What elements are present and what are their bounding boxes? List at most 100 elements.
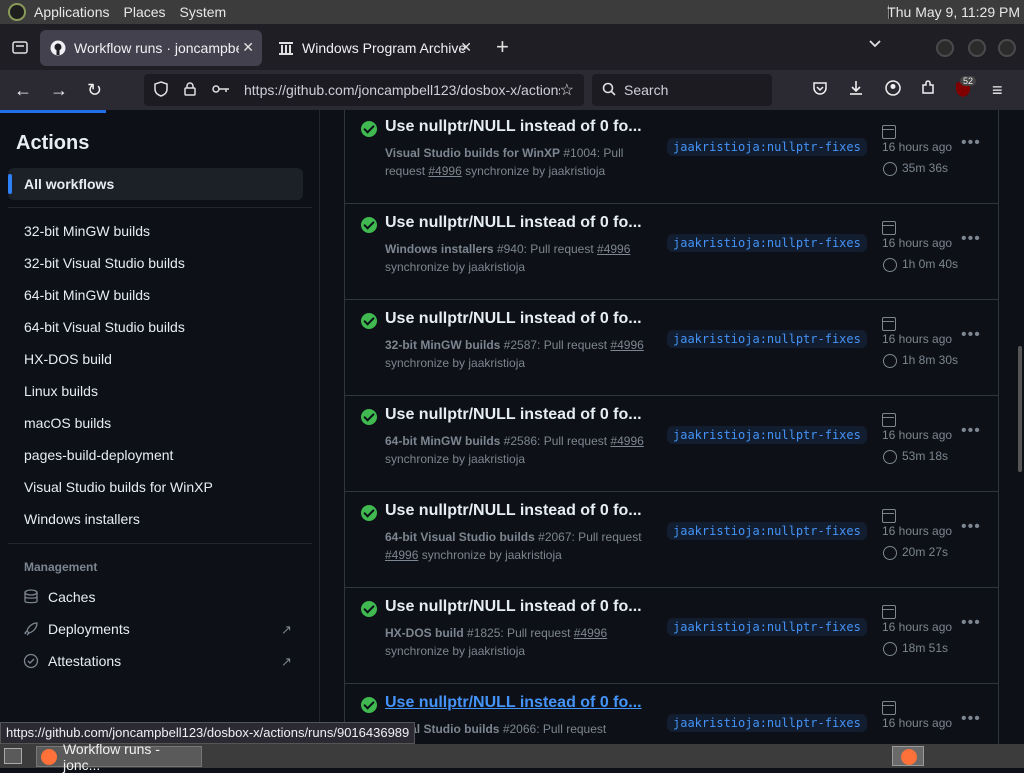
key-icon[interactable] (212, 82, 230, 98)
downloads-icon[interactable] (848, 80, 864, 101)
kebab-menu-icon[interactable]: ••• (961, 134, 981, 152)
run-event: : Pull request (536, 722, 607, 736)
workflow-run-row[interactable]: Use nullptr/NULL instead of 0 fo... 32-b… (345, 300, 998, 396)
gnome-top-panel: Applications Places System Thu May 9, 11… (0, 0, 1024, 24)
run-title-link[interactable]: Use nullptr/NULL instead of 0 fo... (385, 598, 642, 616)
run-meta: 64-bit MinGW builds #2586: Pull request … (385, 432, 655, 468)
workspace-switcher[interactable] (892, 746, 924, 766)
run-number: #2066 (502, 722, 537, 736)
branch-label[interactable]: jaakristioja:nullptr-fixes (667, 426, 867, 444)
workflow-run-row[interactable]: Use nullptr/NULL instead of 0 fo... 64-b… (345, 492, 998, 588)
minimize-window-icon[interactable] (936, 39, 954, 57)
kebab-menu-icon[interactable]: ••• (961, 614, 981, 632)
run-title-link[interactable]: Use nullptr/NULL instead of 0 fo... (385, 310, 642, 328)
sidebar-item-caches[interactable]: Caches (22, 588, 95, 606)
workflow-run-row[interactable]: Use nullptr/NULL instead of 0 fo... HX-D… (345, 588, 998, 684)
pr-link[interactable]: #4996 (574, 626, 607, 640)
pr-link[interactable]: #4996 (610, 434, 643, 448)
branch-label[interactable]: jaakristioja:nullptr-fixes (667, 618, 867, 636)
run-title-link[interactable]: Use nullptr/NULL instead of 0 fo... (385, 214, 642, 232)
sidebar-item-workflow[interactable]: HX-DOS build (24, 348, 213, 380)
new-tab-icon[interactable]: + (496, 34, 509, 60)
firefox-view-icon[interactable] (0, 24, 40, 70)
sidebar-item-workflow[interactable]: Linux builds (24, 380, 213, 412)
github-favicon-icon (50, 40, 66, 56)
run-title-link[interactable]: Use nullptr/NULL instead of 0 fo... (385, 502, 642, 520)
workflow-run-row[interactable]: Use nullptr/NULL instead of 0 fo... Wind… (345, 204, 998, 300)
pr-link[interactable]: #4996 (610, 338, 643, 352)
list-all-tabs-icon[interactable] (868, 36, 882, 52)
run-time-ago: 16 hours ago (882, 716, 953, 730)
branch-label[interactable]: jaakristioja:nullptr-fixes (667, 330, 867, 348)
sidebar-item-workflow[interactable]: Visual Studio builds for WinXP (24, 476, 213, 508)
kebab-menu-icon[interactable]: ••• (961, 422, 981, 440)
success-check-icon (361, 313, 377, 329)
tab-windows-program-archive[interactable]: Windows Program Archive... ✕ (268, 30, 480, 66)
rocket-icon (22, 620, 40, 638)
kebab-menu-icon[interactable]: ••• (961, 326, 981, 344)
forward-arrow-icon[interactable]: → (50, 80, 68, 101)
page-scrollbar[interactable] (1018, 346, 1022, 472)
lock-icon[interactable] (184, 81, 196, 99)
run-time-ago: 16 hours ago (882, 524, 953, 538)
back-arrow-icon[interactable]: ← (14, 80, 32, 101)
run-title-link[interactable]: Use nullptr/NULL instead of 0 fo... (385, 694, 642, 712)
kebab-menu-icon[interactable]: ••• (961, 710, 981, 728)
shield-icon[interactable] (154, 80, 168, 100)
applications-menu[interactable]: Applications (34, 4, 110, 20)
run-event: : Pull (596, 146, 624, 160)
hamburger-menu-icon[interactable]: ≡ (992, 80, 1003, 101)
branch-label[interactable]: jaakristioja:nullptr-fixes (667, 714, 867, 732)
sidebar-item-deployments[interactable]: Deployments (22, 620, 130, 638)
run-title-link[interactable]: Use nullptr/NULL instead of 0 fo... (385, 406, 642, 424)
pr-link[interactable]: #4996 (597, 242, 630, 256)
url-text[interactable]: https://github.com/joncampbell123/dosbox… (244, 82, 560, 98)
sidebar-item-workflow[interactable]: 64-bit MinGW builds (24, 284, 213, 316)
run-title-link[interactable]: Use nullptr/NULL instead of 0 fo... (385, 118, 642, 136)
success-check-icon (361, 217, 377, 233)
sidebar-item-workflow[interactable]: 64-bit Visual Studio builds (24, 316, 213, 348)
workflow-run-row[interactable]: Use nullptr/NULL instead of 0 fo... Visu… (345, 110, 998, 204)
run-workflow-name: HX-DOS build (385, 626, 464, 640)
run-number: #940 (496, 242, 524, 256)
tab-close-icon[interactable]: ✕ (460, 39, 472, 56)
tab-close-icon[interactable]: ✕ (242, 39, 254, 56)
sidebar-item-attestations[interactable]: Attestations (22, 652, 121, 670)
tab-workflow-runs[interactable]: Workflow runs · joncampbell123/dosbox-x … (40, 30, 262, 66)
taskbar-window-button[interactable]: Workflow runs - jonc... (36, 741, 202, 773)
workflow-run-row[interactable]: Use nullptr/NULL instead of 0 fo... 64-b… (345, 396, 998, 492)
sidebar-item-workflow[interactable]: 32-bit Visual Studio builds (24, 252, 213, 284)
pocket-icon[interactable] (812, 80, 828, 101)
workflow-run-row[interactable]: Use nullptr/NULL instead of 0 fo... Visu… (345, 684, 998, 744)
show-desktop-icon[interactable] (4, 748, 22, 764)
kebab-menu-icon[interactable]: ••• (961, 518, 981, 536)
bookmark-star-icon[interactable]: ☆ (560, 80, 574, 100)
extensions-icon[interactable] (920, 80, 936, 101)
system-menu[interactable]: System (180, 4, 227, 20)
close-window-icon[interactable] (998, 39, 1016, 57)
clock[interactable]: Thu May 9, 11:29 PM (887, 4, 1020, 20)
branch-label[interactable]: jaakristioja:nullptr-fixes (667, 522, 867, 540)
kebab-menu-icon[interactable]: ••• (961, 230, 981, 248)
maximize-window-icon[interactable] (968, 39, 986, 57)
search-input[interactable]: Search (592, 74, 772, 106)
account-icon[interactable] (885, 80, 901, 101)
pr-link[interactable]: #4996 (385, 548, 418, 562)
sidebar-item-all-workflows[interactable]: All workflows (8, 168, 303, 200)
sidebar-item-workflow[interactable]: Windows installers (24, 508, 213, 540)
branch-label[interactable]: jaakristioja:nullptr-fixes (667, 234, 867, 252)
sidebar-item-workflow[interactable]: pages-build-deployment (24, 444, 213, 476)
url-bar[interactable]: https://github.com/joncampbell123/dosbox… (144, 74, 584, 106)
sidebar-item-workflow[interactable]: 32-bit MinGW builds (24, 220, 213, 252)
distro-logo-icon[interactable] (8, 3, 26, 21)
run-number: #1004 (563, 146, 597, 160)
reload-icon[interactable]: ↻ (87, 80, 102, 101)
branch-label[interactable]: jaakristioja:nullptr-fixes (667, 138, 867, 156)
run-meta: Visual Studio builds for WinXP #1004: Pu… (385, 144, 655, 180)
success-check-icon (361, 601, 377, 617)
sidebar-item-label: Deployments (48, 621, 130, 637)
run-event: : Pull request (571, 530, 642, 544)
pr-link[interactable]: #4996 (428, 164, 461, 178)
sidebar-item-workflow[interactable]: macOS builds (24, 412, 213, 444)
places-menu[interactable]: Places (124, 4, 166, 20)
